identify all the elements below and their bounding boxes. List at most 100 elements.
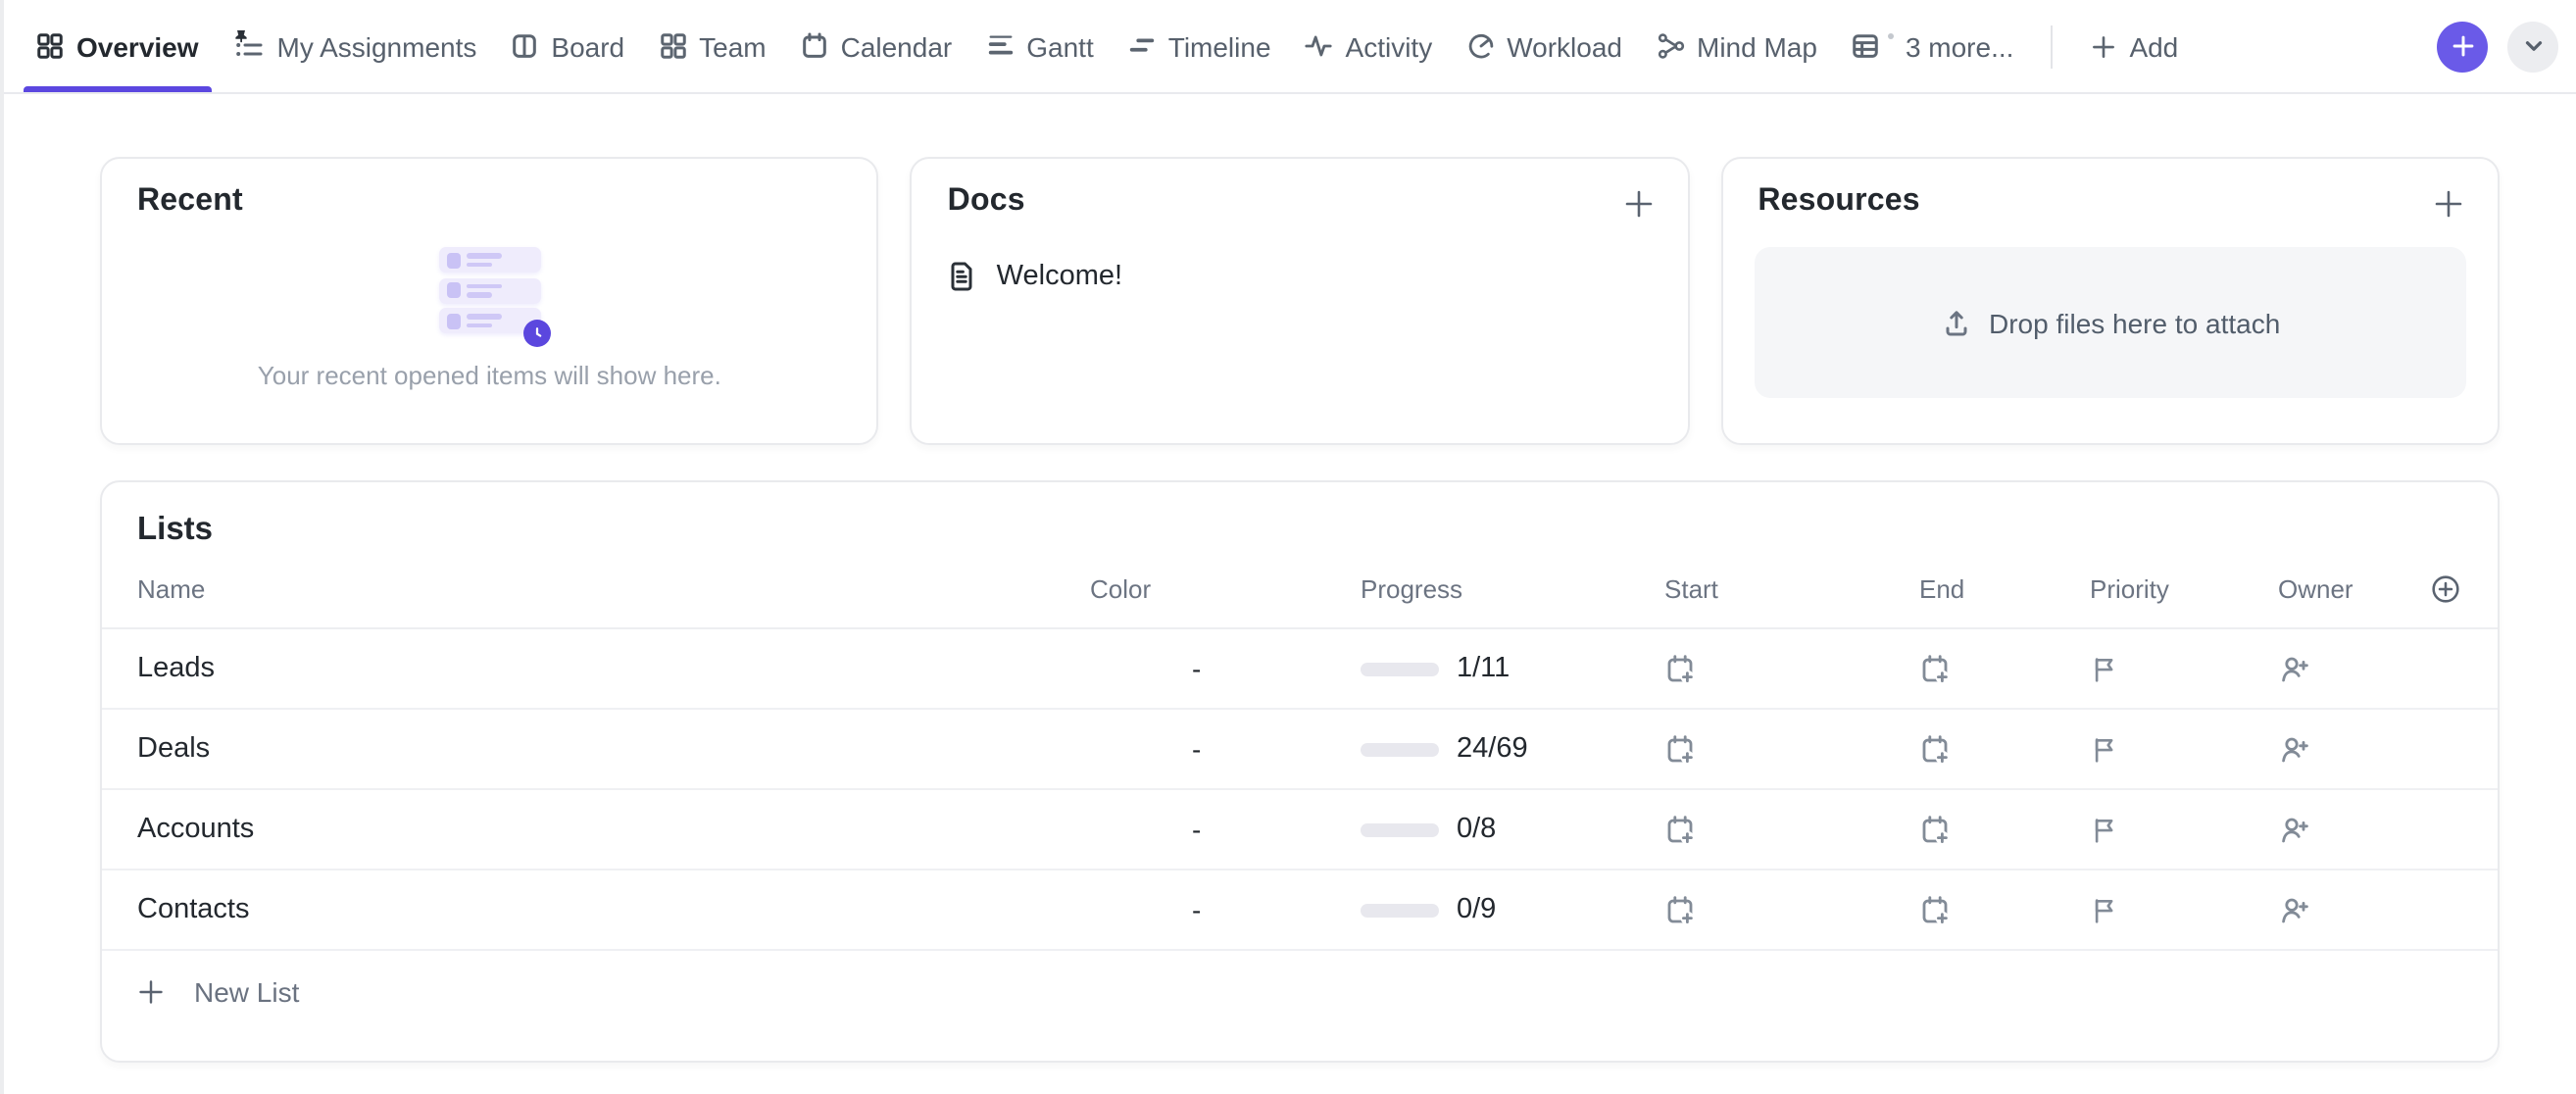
column-header-priority[interactable]: Priority xyxy=(2090,573,2278,603)
list-name[interactable]: Accounts xyxy=(137,814,1090,845)
list-name[interactable]: Leads xyxy=(137,653,1090,684)
tab-3-more[interactable]: 3 more... xyxy=(1851,0,2014,92)
add-column-button[interactable] xyxy=(2403,572,2462,605)
plus-icon xyxy=(2090,32,2117,60)
resources-card: Resources Drop files here to attach xyxy=(1720,157,2500,445)
progress-bar xyxy=(1361,903,1439,917)
widget-cards-row: Recent Your recent opened items will sho… xyxy=(100,157,2500,445)
list-row-leads[interactable]: Leads - 1/11 xyxy=(102,629,2498,710)
tab-label: Activity xyxy=(1346,30,1433,62)
tab-workload[interactable]: Workload xyxy=(1465,0,1622,92)
plus-icon xyxy=(2433,188,2464,220)
add-doc-button[interactable] xyxy=(1618,184,1658,224)
progress-label: 0/9 xyxy=(1457,894,1496,925)
tab-board[interactable]: Board xyxy=(510,0,624,92)
set-end-date-button[interactable] xyxy=(1919,893,2090,926)
set-priority-button[interactable] xyxy=(2090,895,2278,924)
list-color-value[interactable]: - xyxy=(1090,733,1361,765)
plus-icon xyxy=(2450,33,2475,59)
tab-activity[interactable]: Activity xyxy=(1305,0,1433,92)
tab-calendar[interactable]: Calendar xyxy=(800,0,953,92)
set-priority-button[interactable] xyxy=(2090,654,2278,683)
progress-bar xyxy=(1361,742,1439,756)
column-header-name[interactable]: Name xyxy=(137,573,1090,603)
timeline-icon xyxy=(1127,31,1157,61)
add-resource-button[interactable] xyxy=(2429,184,2468,224)
tab-overview[interactable]: Overview xyxy=(35,0,199,92)
lists-table-header: Name Color Progress Start End Priority O… xyxy=(102,549,2498,629)
column-header-progress[interactable]: Progress xyxy=(1361,573,1664,603)
dropzone-text: Drop files here to attach xyxy=(1989,307,2280,338)
doc-item-label: Welcome! xyxy=(997,261,1122,292)
new-list-label: New List xyxy=(194,975,299,1007)
tab-label: Gantt xyxy=(1026,30,1094,62)
plus-icon xyxy=(137,977,165,1005)
tab-timeline[interactable]: Timeline xyxy=(1127,0,1271,92)
progress-bar xyxy=(1361,822,1439,836)
column-header-color[interactable]: Color xyxy=(1090,573,1361,603)
add-view-button[interactable]: Add xyxy=(2090,0,2178,92)
workload-icon xyxy=(1465,31,1495,61)
assign-owner-button[interactable] xyxy=(2278,893,2403,926)
tab-team[interactable]: Team xyxy=(658,0,766,92)
docs-card: Docs Welcome! xyxy=(911,157,1690,445)
set-end-date-button[interactable] xyxy=(1919,732,2090,766)
list-row-contacts[interactable]: Contacts - 0/9 xyxy=(102,870,2498,951)
list-color-value[interactable]: - xyxy=(1090,653,1361,684)
tab-my-assignments[interactable]: My Assignments xyxy=(232,0,477,92)
assign-owner-button[interactable] xyxy=(2278,813,2403,846)
progress-label: 0/8 xyxy=(1457,814,1496,845)
recent-card: Recent Your recent opened items will sho… xyxy=(100,157,879,445)
overview-page: Overview My Assignments xyxy=(0,0,2576,1094)
add-card-button[interactable] xyxy=(2437,21,2488,72)
mind-map-icon xyxy=(1656,31,1685,61)
circle-plus-icon xyxy=(2429,572,2462,605)
set-start-date-button[interactable] xyxy=(1664,652,1919,685)
file-dropzone[interactable]: Drop files here to attach xyxy=(1754,247,2466,398)
list-progress: 0/8 xyxy=(1361,814,1664,845)
team-grid-icon xyxy=(658,31,687,61)
set-end-date-button[interactable] xyxy=(1919,813,2090,846)
set-start-date-button[interactable] xyxy=(1664,893,1919,926)
lists-card: Lists Name Color Progress Start End Prio… xyxy=(100,480,2500,1063)
list-color-value[interactable]: - xyxy=(1090,814,1361,845)
column-header-owner[interactable]: Owner xyxy=(2278,573,2403,603)
tab-label: Overview xyxy=(76,30,199,62)
doc-item-welcome[interactable]: Welcome! xyxy=(948,257,1668,296)
clock-icon xyxy=(522,319,550,346)
recent-empty-state: Your recent opened items will show here. xyxy=(102,220,877,389)
recent-card-title: Recent xyxy=(137,184,243,220)
chevron-down-icon xyxy=(2520,33,2546,59)
view-tabbar: Overview My Assignments xyxy=(4,0,2576,94)
list-row-deals[interactable]: Deals - 24/69 xyxy=(102,710,2498,790)
set-start-date-button[interactable] xyxy=(1664,732,1919,766)
set-start-date-button[interactable] xyxy=(1664,813,1919,846)
docs-card-title: Docs xyxy=(948,184,1025,220)
tab-label: Board xyxy=(551,30,624,62)
table-icon xyxy=(1851,31,1880,61)
list-name[interactable]: Deals xyxy=(137,733,1090,765)
new-list-button[interactable]: New List xyxy=(102,951,2498,1031)
document-icon xyxy=(948,261,977,292)
plus-icon xyxy=(1622,188,1654,220)
pin-dot xyxy=(1888,33,1894,39)
collapse-button[interactable] xyxy=(2507,21,2558,72)
tab-mind-map[interactable]: Mind Map xyxy=(1656,0,1817,92)
set-priority-button[interactable] xyxy=(2090,815,2278,844)
resources-card-title: Resources xyxy=(1758,184,1919,220)
tab-label: Mind Map xyxy=(1697,30,1817,62)
list-name[interactable]: Contacts xyxy=(137,894,1090,925)
calendar-icon xyxy=(800,31,829,61)
list-row-accounts[interactable]: Accounts - 0/8 xyxy=(102,790,2498,870)
set-end-date-button[interactable] xyxy=(1919,652,2090,685)
grid-icon xyxy=(35,31,65,61)
tab-gantt[interactable]: Gantt xyxy=(985,0,1094,92)
tab-label: Calendar xyxy=(841,30,953,62)
column-header-start[interactable]: Start xyxy=(1664,573,1919,603)
set-priority-button[interactable] xyxy=(2090,734,2278,764)
list-color-value[interactable]: - xyxy=(1090,894,1361,925)
assign-owner-button[interactable] xyxy=(2278,652,2403,685)
assign-owner-button[interactable] xyxy=(2278,732,2403,766)
column-header-end[interactable]: End xyxy=(1919,573,2090,603)
lists-card-title: Lists xyxy=(102,482,2498,549)
